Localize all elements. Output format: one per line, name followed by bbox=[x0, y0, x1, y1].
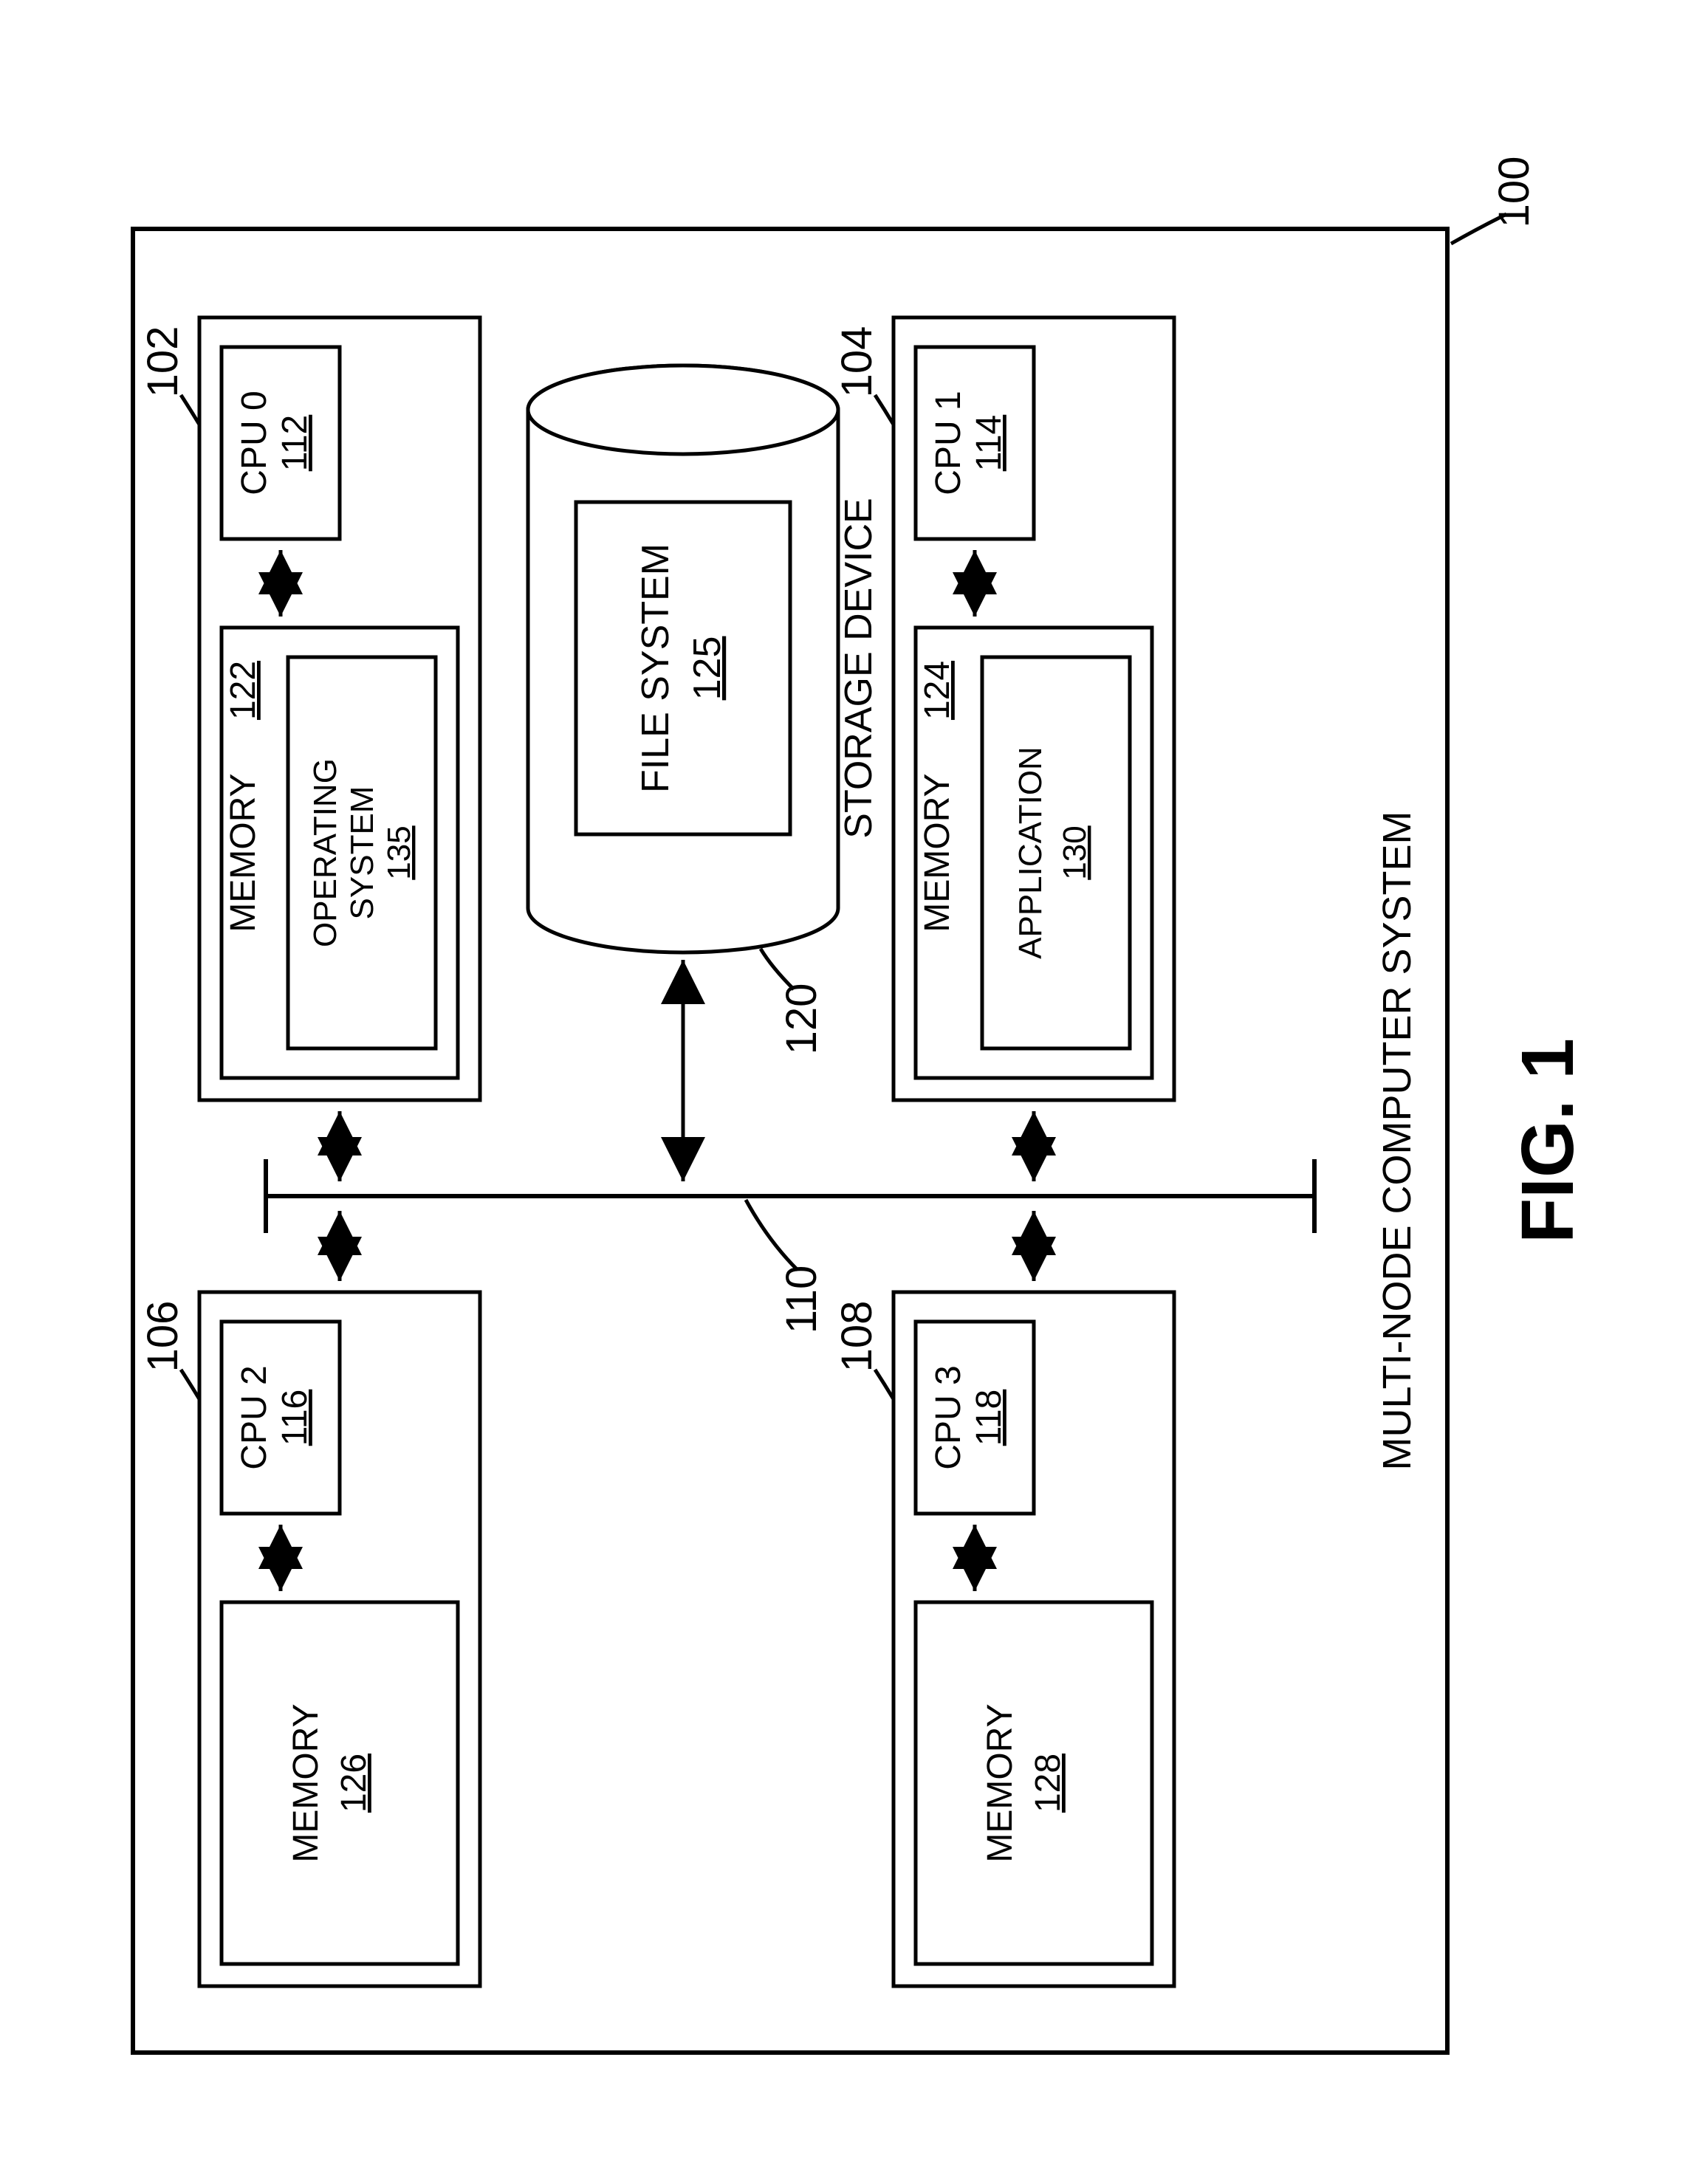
svg-text:MEMORY: MEMORY bbox=[918, 773, 957, 932]
svg-text:114: 114 bbox=[970, 415, 1009, 472]
ref-100: 100 bbox=[1451, 157, 1538, 244]
node-106: 106 CPU 2 116 MEMORY 126 bbox=[139, 1211, 480, 1986]
svg-text:116: 116 bbox=[275, 1390, 315, 1446]
file-system-box bbox=[576, 502, 790, 834]
svg-text:112: 112 bbox=[275, 415, 315, 472]
svg-text:MEMORY: MEMORY bbox=[981, 1703, 1020, 1862]
file-system-label: FILE SYSTEM bbox=[634, 543, 677, 793]
svg-text:130: 130 bbox=[1057, 825, 1093, 879]
svg-text:126: 126 bbox=[335, 1754, 374, 1813]
svg-text:CPU 3: CPU 3 bbox=[929, 1365, 968, 1469]
figure-label: FIG. 1 bbox=[1506, 1038, 1589, 1243]
svg-text:124: 124 bbox=[918, 661, 957, 720]
svg-text:110: 110 bbox=[778, 1266, 826, 1333]
svg-text:MEMORY: MEMORY bbox=[287, 1703, 326, 1862]
svg-text:108: 108 bbox=[833, 1301, 881, 1373]
ref-120-text: 120 bbox=[778, 983, 826, 1055]
node-104: 104 CPU 1 114 MEMORY 124 APPLICATION 130 bbox=[833, 317, 1174, 1181]
node-102: 102 CPU 0 112 MEMORY 122 OPERATING SYSTE… bbox=[139, 317, 480, 1181]
storage-label: STORAGE DEVICE bbox=[837, 498, 880, 838]
svg-text:104: 104 bbox=[833, 326, 881, 398]
svg-text:106: 106 bbox=[139, 1301, 187, 1373]
svg-text:CPU 1: CPU 1 bbox=[929, 391, 968, 495]
svg-text:128: 128 bbox=[1029, 1754, 1068, 1813]
file-system-ref: 125 bbox=[686, 636, 729, 701]
svg-text:102: 102 bbox=[139, 326, 187, 398]
svg-text:135: 135 bbox=[381, 825, 417, 879]
application-box bbox=[982, 657, 1130, 1048]
svg-text:118: 118 bbox=[970, 1390, 1009, 1446]
svg-text:CPU 0: CPU 0 bbox=[235, 391, 274, 495]
ref-110: 110 bbox=[746, 1200, 826, 1333]
diagram-canvas: 100 110 FILE SYSTEM 125 STORAGE DEVICE 1… bbox=[0, 0, 1708, 2184]
svg-text:APPLICATION: APPLICATION bbox=[1012, 746, 1049, 959]
svg-text:122: 122 bbox=[224, 661, 263, 720]
storage-device: FILE SYSTEM 125 STORAGE DEVICE 120 bbox=[528, 365, 880, 1181]
svg-text:CPU 2: CPU 2 bbox=[235, 1365, 274, 1469]
svg-text:SYSTEM: SYSTEM bbox=[344, 786, 380, 920]
node-108: 108 CPU 3 118 MEMORY 128 bbox=[833, 1211, 1174, 1986]
svg-text:MEMORY: MEMORY bbox=[224, 773, 263, 932]
svg-text:OPERATING: OPERATING bbox=[307, 758, 343, 947]
interconnect-bus bbox=[266, 1159, 1314, 1233]
system-label: MULTI-NODE COMPUTER SYSTEM bbox=[1375, 811, 1419, 1470]
